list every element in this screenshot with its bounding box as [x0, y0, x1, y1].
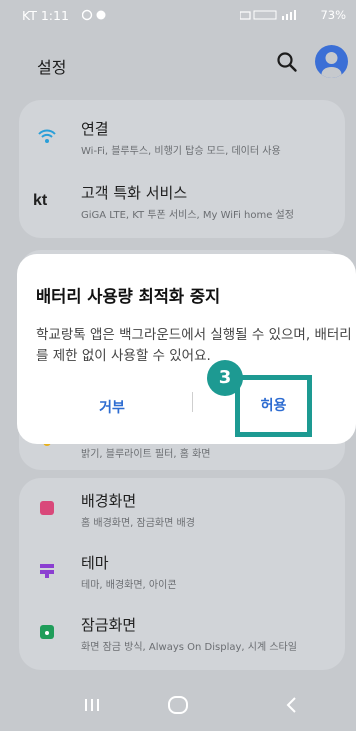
- phone-screen: KT 1:11 73% 설정 연결 Wi-Fi, 블루투스, 비행기 탑승 모드…: [0, 0, 356, 731]
- wifi-icon: [38, 129, 56, 143]
- back-icon[interactable]: [270, 690, 314, 720]
- settings-item-kt-service[interactable]: kt 고객 특화 서비스 GiGA LTE, KT 투폰 서비스, My WiF…: [19, 170, 345, 232]
- settings-item-subtitle: 밝기, 블루라이트 필터, 홈 화면: [81, 449, 211, 460]
- kt-logo-text: kt: [33, 192, 48, 209]
- dialog-message: 학교랑톡 앱은 백그라운드에서 실행될 수 있으며, 배터리를 제한 없이 사용…: [36, 327, 352, 364]
- settings-card-wallpaper: 배경화면 홈 배경화면, 잠금화면 배경 테마 테마, 배경화면, 아이콘 잠금…: [19, 478, 345, 670]
- dialog-title: 배터리 사용량 최적화 중지: [36, 287, 221, 306]
- allow-highlight-box: 허용: [235, 375, 312, 437]
- wallpaper-icon: [37, 498, 57, 518]
- button-divider: [192, 392, 193, 412]
- settings-item-subtitle: 테마, 배경화면, 아이콘: [81, 580, 177, 591]
- page-title: 설정: [37, 58, 67, 77]
- settings-item-subtitle: 홈 배경화면, 잠금화면 배경: [81, 518, 195, 529]
- settings-item-theme[interactable]: 테마 테마, 배경화면, 아이콘: [19, 540, 345, 602]
- navigation-bar: [0, 680, 356, 731]
- settings-item-connections[interactable]: 연결 Wi-Fi, 블루투스, 비행기 탑승 모드, 데이터 사용: [19, 106, 345, 168]
- settings-item-subtitle: Wi-Fi, 블루투스, 비행기 탑승 모드, 데이터 사용: [81, 146, 281, 157]
- status-notification-icons: [82, 9, 106, 21]
- allow-button[interactable]: 허용: [240, 380, 307, 432]
- theme-icon: [40, 564, 54, 578]
- status-time: KT 1:11: [22, 8, 69, 23]
- kt-logo-icon: kt: [33, 190, 53, 210]
- deny-button[interactable]: 거부: [57, 380, 167, 436]
- settings-item-title: 연결: [81, 120, 109, 138]
- settings-item-title: 테마: [81, 554, 109, 572]
- account-icon[interactable]: [315, 45, 348, 78]
- search-icon[interactable]: [276, 51, 298, 73]
- settings-item-title: 잠금화면: [81, 616, 137, 634]
- settings-item-wallpaper[interactable]: 배경화면 홈 배경화면, 잠금화면 배경: [19, 478, 345, 540]
- lock-icon: [37, 622, 57, 642]
- signal-icon: [240, 10, 296, 20]
- home-icon[interactable]: [156, 690, 200, 720]
- settings-item-subtitle: GiGA LTE, KT 투폰 서비스, My WiFi home 설정: [81, 210, 294, 221]
- settings-item-title: 고객 특화 서비스: [81, 184, 188, 202]
- battery-percent: 73%: [320, 8, 346, 22]
- battery-optimization-dialog: 배터리 사용량 최적화 중지 학교랑톡 앱은 백그라운드에서 실행될 수 있으며…: [17, 254, 356, 444]
- settings-item-subtitle: 화면 잠금 방식, Always On Display, 시계 스타일: [81, 642, 297, 653]
- status-bar: KT 1:11 73%: [0, 0, 356, 30]
- settings-item-lockscreen[interactable]: 잠금화면 화면 잠금 방식, Always On Display, 시계 스타일: [19, 602, 345, 664]
- recent-apps-icon[interactable]: [70, 690, 114, 720]
- step-badge: 3: [207, 360, 243, 396]
- settings-card-connections: 연결 Wi-Fi, 블루투스, 비행기 탑승 모드, 데이터 사용 kt 고객 …: [19, 100, 345, 238]
- settings-item-title: 배경화면: [81, 492, 137, 510]
